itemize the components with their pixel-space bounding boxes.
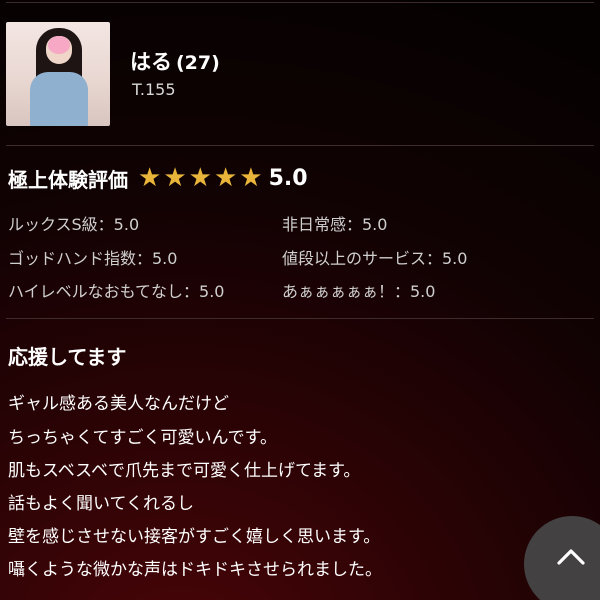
- section-divider: [6, 145, 594, 146]
- star-icon: ★: [188, 163, 212, 193]
- rating-header: 極上体験評価 ★ ★ ★ ★ ★ 5.0: [8, 161, 308, 195]
- comment-line: ギャル感ある美人なんだけど: [8, 394, 229, 414]
- comment-title: 応援してます: [8, 345, 127, 369]
- rating-score: 5.0: [268, 165, 308, 191]
- rating-item-value: 値段以上のサービス：5.0: [282, 249, 468, 268]
- rating-item-hospitality: ハイレベルなおもてなし：5.0: [8, 282, 225, 301]
- rating-item-looks: ルックスS級：5.0: [8, 215, 140, 234]
- comment-line: 壁を感じさせない接客がすごく嬉しく思います。: [8, 527, 381, 547]
- chevron-up-icon: [557, 549, 585, 565]
- photo-mask-shape: [48, 36, 70, 54]
- section-divider: [6, 318, 594, 319]
- photo-dress-shape: [30, 72, 88, 126]
- profile-age: (27): [176, 52, 220, 74]
- rating-item-god-hand: ゴッドハンド指数：5.0: [8, 249, 178, 268]
- top-divider: [6, 2, 594, 3]
- rating-item-extraordinary: 非日常感：5.0: [282, 215, 388, 234]
- profile-name: はる: [130, 50, 172, 74]
- rating-title: 極上体験評価: [8, 167, 128, 192]
- profile-photo[interactable]: [6, 22, 110, 126]
- profile-height: T.155: [132, 80, 176, 99]
- comment-line: 肌もスベスベで爪先まで可愛く仕上げてます。: [8, 461, 361, 481]
- rating-item-aaah: あぁぁぁぁぁ！：5.0: [282, 282, 436, 301]
- star-icon: ★: [163, 163, 187, 193]
- comment-line: 囁くような微かな声はドキドキさせられました。: [8, 560, 382, 580]
- comment-line: ちっちゃくてすごく可愛いんです。: [8, 428, 277, 448]
- star-icon: ★: [239, 163, 263, 193]
- star-rating: ★ ★ ★ ★ ★: [138, 165, 265, 191]
- profile-name-line: はる (27): [130, 46, 220, 76]
- comment-line: 話もよく聞いてくれるし: [8, 494, 194, 514]
- scroll-to-top-button[interactable]: [524, 516, 600, 600]
- star-icon: ★: [138, 163, 162, 193]
- star-icon: ★: [213, 163, 238, 193]
